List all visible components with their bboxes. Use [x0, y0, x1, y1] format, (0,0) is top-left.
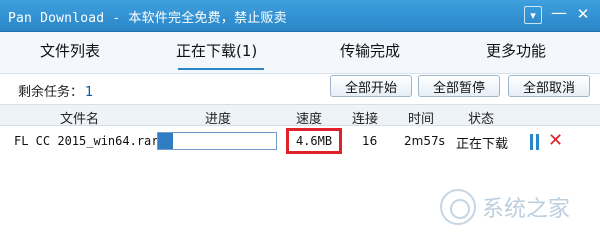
- window-title: Pan Download - 本软件完全免费，禁止贩卖: [8, 11, 287, 26]
- tab-file-list[interactable]: 文件列表: [40, 40, 100, 61]
- speed-value: 4.6MB: [286, 128, 342, 154]
- pause-icon[interactable]: [528, 134, 542, 150]
- close-window-button[interactable]: ✕: [574, 5, 592, 23]
- column-header-connections: 连接: [352, 112, 379, 127]
- time-value: 2m57s: [404, 134, 445, 148]
- minimize-button[interactable]: —: [550, 4, 568, 22]
- column-header-filename: 文件名: [60, 112, 100, 127]
- dropdown-menu-icon[interactable]: ▾: [524, 6, 542, 24]
- status-value: 正在下载: [456, 137, 509, 152]
- start-all-button[interactable]: 全部开始: [330, 75, 412, 97]
- progress-text: 121.3MB/931.2MB: [172, 135, 272, 148]
- title-bar: Pan Download - 本软件完全免费，禁止贩卖 ▾ — ✕: [0, 0, 600, 32]
- column-header-speed: 速度: [296, 112, 323, 127]
- pause-all-button[interactable]: 全部暂停: [418, 75, 500, 97]
- table-header: 文件名 进度 速度 连接 时间 状态: [0, 104, 600, 127]
- file-name: FL CC 2015_win64.rar: [14, 134, 159, 148]
- progress-bar: 121.3MB/931.2MB: [157, 132, 277, 150]
- remaining-tasks-label: 剩余任务：: [18, 85, 84, 100]
- cancel-all-button[interactable]: 全部取消: [508, 75, 590, 97]
- connections-value: 16: [362, 134, 378, 148]
- remaining-tasks: 剩余任务： 1: [18, 81, 93, 100]
- column-header-progress: 进度: [205, 112, 232, 127]
- delete-task-icon[interactable]: ✕: [548, 132, 563, 150]
- tab-more-features[interactable]: 更多功能: [486, 40, 546, 61]
- active-tab-indicator: [178, 68, 264, 70]
- tab-bar: 文件列表 正在下载(1) 传输完成 更多功能: [0, 32, 600, 74]
- watermark-text: 系统之家: [482, 197, 571, 222]
- watermark: 系统之家: [440, 182, 600, 232]
- column-header-time: 时间: [408, 112, 435, 127]
- tab-downloading[interactable]: 正在下载(1): [176, 40, 257, 61]
- watermark-logo-icon: [440, 189, 476, 225]
- table-row[interactable]: FL CC 2015_win64.rar 121.3MB/931.2MB 4.6…: [0, 128, 600, 156]
- column-header-status: 状态: [468, 112, 495, 127]
- tab-completed[interactable]: 传输完成: [340, 40, 400, 61]
- remaining-tasks-count: 1: [85, 85, 94, 100]
